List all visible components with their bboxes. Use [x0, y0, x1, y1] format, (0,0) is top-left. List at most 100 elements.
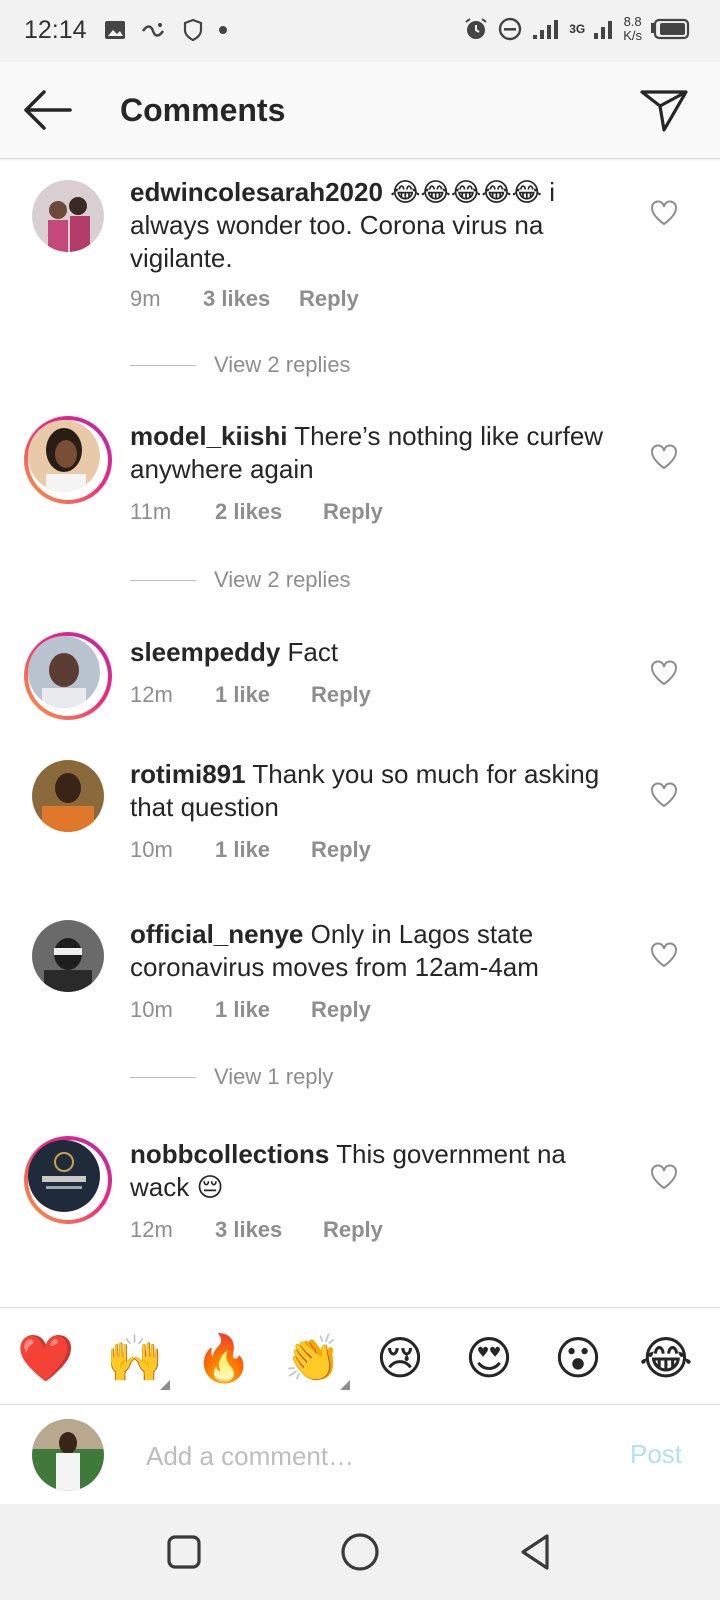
send-icon	[640, 90, 688, 132]
heart-icon	[651, 660, 677, 686]
comment-likes[interactable]: 3 likes	[215, 1217, 323, 1243]
comment-time: 10m	[130, 997, 173, 1022]
back-button[interactable]	[22, 88, 74, 132]
heart-icon	[651, 444, 677, 470]
avatar-image	[32, 920, 104, 992]
comment-time: 9m	[130, 286, 161, 311]
view-replies-button[interactable]: View 1 reply	[130, 1064, 333, 1090]
avatar-image	[28, 420, 100, 492]
emoji-heart-button[interactable]: ❤️	[17, 1330, 74, 1386]
back-nav-button[interactable]	[514, 1530, 558, 1574]
avatar[interactable]	[24, 416, 112, 504]
comments-list[interactable]: edwincolesarah2020 😂😂😂😂😂 i always wonder…	[0, 160, 720, 1305]
current-user-avatar	[32, 1419, 104, 1491]
recents-button[interactable]	[162, 1530, 206, 1574]
comment-input[interactable]	[144, 1435, 588, 1477]
avatar[interactable]	[24, 632, 112, 720]
emoji-heart-eyes-button[interactable]: 😍	[461, 1330, 517, 1386]
network-speed-value: 8.8	[623, 14, 642, 29]
avatar-image	[28, 636, 100, 708]
post-button[interactable]: Post	[630, 1439, 682, 1470]
comment-likes[interactable]: 3 likes	[203, 286, 299, 312]
heart-icon	[651, 942, 677, 968]
comment-username[interactable]: official_nenye	[130, 919, 303, 949]
home-button[interactable]	[338, 1530, 382, 1574]
like-button[interactable]	[650, 1164, 678, 1190]
signal-icon-2	[594, 21, 613, 39]
avatar[interactable]	[32, 760, 104, 832]
emoji-fire-button[interactable]: 🔥	[195, 1330, 252, 1386]
like-button[interactable]	[650, 660, 678, 686]
like-button[interactable]	[650, 444, 678, 470]
view-replies-button[interactable]: View 2 replies	[130, 567, 351, 593]
do-not-disturb-icon	[498, 17, 522, 41]
network-speed: 8.8 K/s	[623, 15, 642, 43]
reply-button[interactable]: Reply	[311, 997, 371, 1023]
avatar[interactable]	[32, 920, 104, 992]
reply-button[interactable]: Reply	[323, 499, 383, 525]
square-icon	[167, 1535, 201, 1569]
reply-button[interactable]: Reply	[299, 286, 359, 312]
avatar[interactable]	[32, 180, 104, 252]
comment-username[interactable]: edwincolesarah2020	[130, 177, 383, 207]
comment-likes[interactable]: 1 like	[215, 997, 311, 1023]
comment-meta: 9m 3 likes Reply	[130, 286, 359, 312]
system-nav-bar	[0, 1504, 720, 1600]
like-button[interactable]	[650, 782, 678, 808]
comment-username[interactable]: sleempeddy	[130, 637, 280, 667]
page-title: Comments	[120, 92, 286, 128]
status-notification-icons	[104, 18, 228, 42]
image-notification-icon	[105, 21, 125, 39]
share-button[interactable]	[638, 84, 690, 134]
reply-button[interactable]: Reply	[311, 682, 371, 708]
like-button[interactable]	[650, 942, 678, 968]
like-button[interactable]	[650, 200, 678, 226]
comment-time: 11m	[130, 499, 172, 524]
heart-icon	[651, 782, 677, 808]
avatar[interactable]	[24, 1136, 112, 1224]
status-system-icons: 3G 8.8 K/s	[463, 15, 690, 43]
app-notification-icon	[141, 23, 165, 37]
heart-icon	[651, 200, 677, 226]
comment-text: model_kiishi There’s nothing like curfew…	[130, 420, 630, 486]
comment-likes[interactable]: 2 likes	[215, 499, 323, 525]
comment-likes[interactable]: 1 like	[215, 837, 311, 863]
comment-username[interactable]: rotimi891	[130, 759, 246, 789]
emoji-surprised-button[interactable]: 😮	[550, 1330, 606, 1386]
emoji-raising-hands-button[interactable]: 🙌	[106, 1330, 163, 1386]
arrow-left-icon	[24, 90, 72, 130]
comment-username[interactable]: model_kiishi	[130, 421, 288, 451]
comment-meta: 10m 1 like Reply	[130, 997, 371, 1023]
reply-button[interactable]: Reply	[311, 837, 371, 863]
comment-text: official_nenye Only in Lagos state coron…	[130, 918, 630, 984]
comment-meta: 10m 1 like Reply	[130, 837, 371, 863]
avatar-image	[28, 1140, 100, 1212]
comment-time: 10m	[130, 837, 173, 862]
view-replies-button[interactable]: View 2 replies	[130, 352, 351, 378]
comment-composer: Post	[0, 1404, 720, 1505]
avatar-image	[32, 1419, 104, 1491]
comment-username[interactable]: nobbcollections	[130, 1139, 329, 1169]
variant-indicator	[340, 1380, 350, 1390]
comment-text: edwincolesarah2020 😂😂😂😂😂 i always wonder…	[130, 176, 630, 275]
reply-button[interactable]: Reply	[323, 1217, 383, 1243]
comment-text: sleempeddy Fact	[130, 636, 630, 669]
alarm-icon	[465, 18, 487, 39]
comment-meta: 12m 1 like Reply	[130, 682, 371, 708]
view-replies-label: View 1 reply	[214, 1064, 334, 1089]
comment-meta: 11m 2 likes Reply	[130, 499, 383, 525]
comment-time: 12m	[130, 682, 173, 707]
comment-meta: 12m 3 likes Reply	[130, 1217, 383, 1243]
emoji-clapping-button[interactable]: 👏	[284, 1330, 341, 1386]
status-bar: 12:14 3G 8.8 K/s	[0, 0, 720, 62]
emoji-crying-button[interactable]: 😢	[372, 1330, 428, 1386]
divider	[130, 579, 196, 581]
signal-icon	[533, 20, 559, 39]
comment-body: Fact	[287, 637, 339, 667]
heart-icon	[651, 1164, 677, 1190]
comment-likes[interactable]: 1 like	[215, 682, 311, 708]
triangle-back-icon	[521, 1534, 549, 1570]
avatar-image	[32, 760, 104, 832]
variant-indicator	[160, 1380, 170, 1390]
emoji-laughing-button[interactable]: 😂	[638, 1330, 694, 1386]
